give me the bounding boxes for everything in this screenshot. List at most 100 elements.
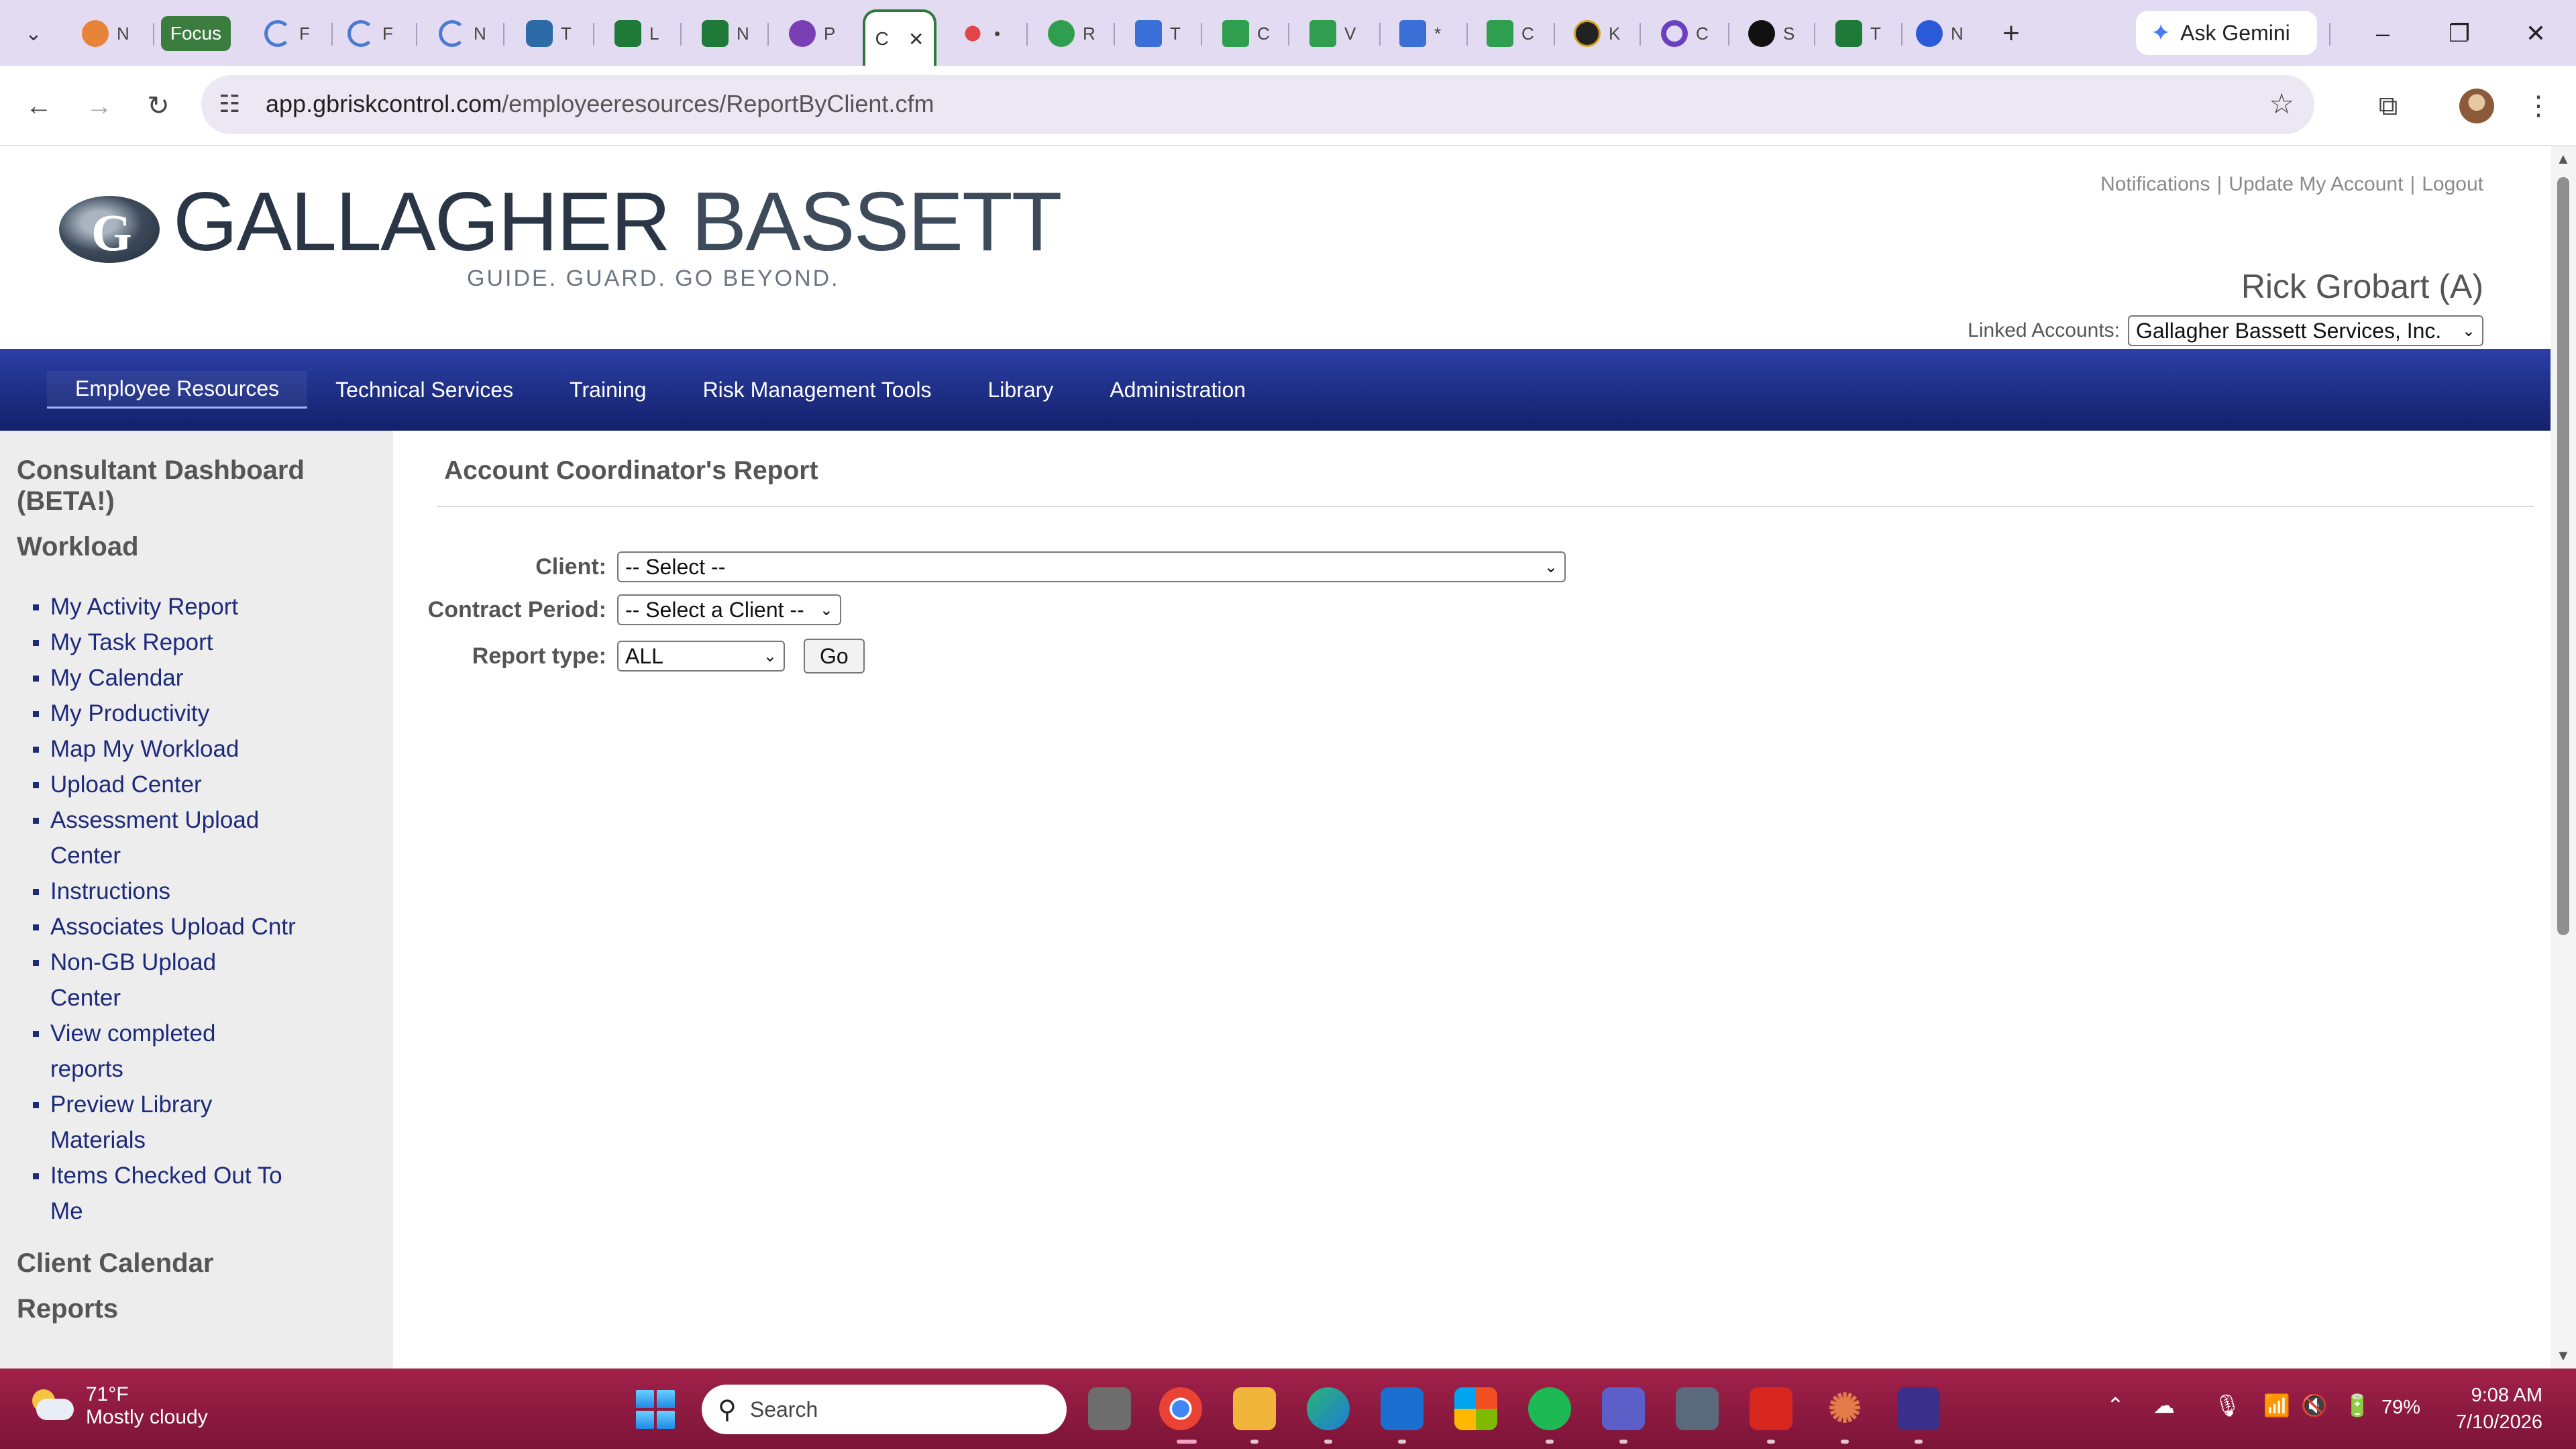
- client-select[interactable]: -- Select -- ⌄: [617, 551, 1566, 582]
- notifications-link[interactable]: Notifications: [2100, 173, 2210, 195]
- sidebar-item-map-my-workload[interactable]: Map My Workload: [17, 731, 366, 767]
- sidebar-heading-dashboard[interactable]: Consultant Dashboard (BETA!): [17, 455, 366, 517]
- sidebar-item-non-gb-upload-center[interactable]: Non-GB Upload Center: [17, 945, 285, 1016]
- sidebar-item-view-completed-reports[interactable]: View completed reports: [17, 1016, 285, 1087]
- close-tab-icon[interactable]: ✕: [908, 28, 924, 50]
- speaker-muted-icon[interactable]: 🔇: [2301, 1393, 2328, 1418]
- reload-icon[interactable]: ↻: [138, 86, 178, 126]
- wifi-icon[interactable]: 📶: [2263, 1393, 2290, 1418]
- logo-wordmark: GALLAGHER BASSETT: [173, 174, 1063, 270]
- battery-icon[interactable]: 🔋: [2344, 1393, 2371, 1418]
- browser-tab[interactable]: C: [1480, 13, 1541, 54]
- tab-group-focus[interactable]: Focus: [161, 16, 231, 51]
- browser-tab[interactable]: R: [1041, 13, 1102, 54]
- nav-risk-management-tools[interactable]: Risk Management Tools: [675, 371, 960, 409]
- nav-administration[interactable]: Administration: [1081, 371, 1274, 409]
- extensions-icon[interactable]: ⧉: [2368, 86, 2408, 126]
- profile-avatar[interactable]: [2457, 86, 2497, 126]
- windows-start-icon[interactable]: [636, 1390, 675, 1429]
- client-select-value: -- Select --: [625, 554, 726, 579]
- gallagher-bassett-logo[interactable]: G GALLAGHER BASSETT GUIDE. GUARD. GO BEY…: [59, 169, 1063, 291]
- sidebar-heading-client-calendar[interactable]: Client Calendar: [17, 1248, 393, 1279]
- browser-tab[interactable]: K: [1567, 13, 1627, 54]
- browser-tab[interactable]: T: [1829, 13, 1888, 54]
- nav-technical-services[interactable]: Technical Services: [307, 371, 541, 409]
- task-view-icon[interactable]: [1088, 1387, 1131, 1430]
- browser-tab[interactable]: N: [695, 13, 756, 54]
- acrobat-icon[interactable]: [1750, 1387, 1792, 1430]
- scrollbar-thumb[interactable]: [2557, 177, 2569, 935]
- contract-period-select[interactable]: -- Select a Client -- ⌄: [617, 594, 841, 625]
- sidebar-item-my-productivity[interactable]: My Productivity: [17, 696, 366, 731]
- edge-icon[interactable]: [1307, 1387, 1350, 1430]
- spotify-icon[interactable]: [1528, 1387, 1571, 1430]
- restore-icon[interactable]: ❐: [2432, 15, 2486, 52]
- update-account-link[interactable]: Update My Account: [2229, 173, 2403, 195]
- sidebar-item-upload-center[interactable]: Upload Center: [17, 767, 366, 802]
- sidebar-item-preview-library-materials[interactable]: Preview Library Materials: [17, 1087, 285, 1158]
- browser-tab[interactable]: T: [519, 13, 578, 54]
- site-settings-icon[interactable]: ☷: [219, 90, 240, 118]
- scroll-up-icon[interactable]: ▲: [2556, 150, 2571, 168]
- app-indicator: [1324, 1440, 1332, 1444]
- sidebar-item-associates-upload[interactable]: Associates Upload Cntr: [17, 909, 312, 945]
- browser-tab[interactable]: F: [341, 13, 400, 54]
- minimize-icon[interactable]: –: [2356, 15, 2410, 52]
- close-window-icon[interactable]: ✕: [2509, 15, 2563, 52]
- browser-tab[interactable]: S: [1741, 13, 1801, 54]
- browser-tab[interactable]: L: [608, 13, 665, 54]
- back-arrow-icon[interactable]: ←: [19, 86, 59, 126]
- weather-widget[interactable]: 71°F Mostly cloudy: [27, 1383, 208, 1429]
- microphone-icon[interactable]: 🎙: [2214, 1393, 2241, 1418]
- teams-icon[interactable]: [1602, 1387, 1645, 1430]
- nav-employee-resources[interactable]: Employee Resources: [47, 371, 308, 409]
- browser-tab[interactable]: N: [432, 13, 493, 54]
- browser-tab[interactable]: F: [258, 13, 317, 54]
- microsoft-store-icon[interactable]: [1454, 1387, 1497, 1430]
- nav-training[interactable]: Training: [541, 371, 674, 409]
- chrome-icon[interactable]: [1159, 1387, 1202, 1430]
- outlook-icon[interactable]: [1381, 1387, 1424, 1430]
- logout-link[interactable]: Logout: [2422, 173, 2483, 195]
- taskbar-search[interactable]: ⚲ Search: [702, 1385, 1067, 1434]
- client-row: Client: -- Select -- ⌄: [0, 551, 1566, 582]
- page-scrollbar[interactable]: ▲ ▼: [2551, 146, 2576, 1368]
- app-g-icon[interactable]: [1897, 1387, 1940, 1430]
- scroll-down-icon[interactable]: ▼: [2556, 1347, 2571, 1364]
- go-button[interactable]: Go: [804, 639, 865, 674]
- browser-tab[interactable]: N: [75, 13, 136, 54]
- browser-tab[interactable]: N: [1909, 13, 1970, 54]
- browser-tab[interactable]: T: [1128, 13, 1187, 54]
- url-text[interactable]: app.gbriskcontrol.com/employeeresources/…: [266, 90, 934, 118]
- browser-tab[interactable]: C: [1654, 13, 1715, 54]
- sidebar-item-instructions[interactable]: Instructions: [17, 873, 366, 909]
- browser-tab[interactable]: P: [782, 13, 842, 54]
- tab-search-chevron-icon[interactable]: ⌄: [15, 15, 52, 52]
- browser-tab[interactable]: *: [1393, 13, 1448, 54]
- forward-arrow-icon[interactable]: →: [79, 86, 119, 126]
- browser-tab-active[interactable]: C ✕: [863, 9, 936, 66]
- browser-tab[interactable]: C: [1216, 13, 1277, 54]
- sidebar-heading-reports[interactable]: Reports: [17, 1293, 393, 1324]
- tab-favicon-icon: [1661, 20, 1688, 47]
- linked-accounts-select[interactable]: Gallagher Bassett Services, Inc. ⌄: [2128, 315, 2483, 346]
- sidebar-item-assessment-upload-center[interactable]: Assessment Upload Center: [17, 802, 312, 873]
- bookmark-star-icon[interactable]: ☆: [2269, 87, 2294, 120]
- onedrive-icon[interactable]: ☁: [2153, 1393, 2175, 1418]
- claude-icon[interactable]: ✺: [1823, 1386, 1866, 1431]
- calculator-icon[interactable]: [1676, 1387, 1719, 1430]
- nav-library[interactable]: Library: [959, 371, 1081, 409]
- sidebar-item-items-checked-out[interactable]: Items Checked Out To Me: [17, 1158, 312, 1229]
- tab-label: F: [382, 23, 393, 44]
- system-clock[interactable]: 9:08 AM 7/10/2026: [2456, 1382, 2542, 1436]
- app-indicator: [1398, 1440, 1406, 1444]
- browser-tab[interactable]: V: [1303, 13, 1362, 54]
- address-bar[interactable]: ☷ app.gbriskcontrol.com/employeeresource…: [201, 75, 2314, 134]
- file-explorer-icon[interactable]: [1233, 1387, 1276, 1430]
- ask-gemini-button[interactable]: ✦ Ask Gemini: [2136, 11, 2317, 55]
- new-tab-icon[interactable]: +: [1992, 15, 2030, 52]
- browser-menu-icon[interactable]: ⋮: [2518, 86, 2559, 126]
- browser-tab[interactable]: •: [953, 13, 1007, 54]
- report-type-select[interactable]: ALL ⌄: [617, 641, 785, 672]
- show-hidden-icons-icon[interactable]: ⌃: [2106, 1393, 2125, 1418]
